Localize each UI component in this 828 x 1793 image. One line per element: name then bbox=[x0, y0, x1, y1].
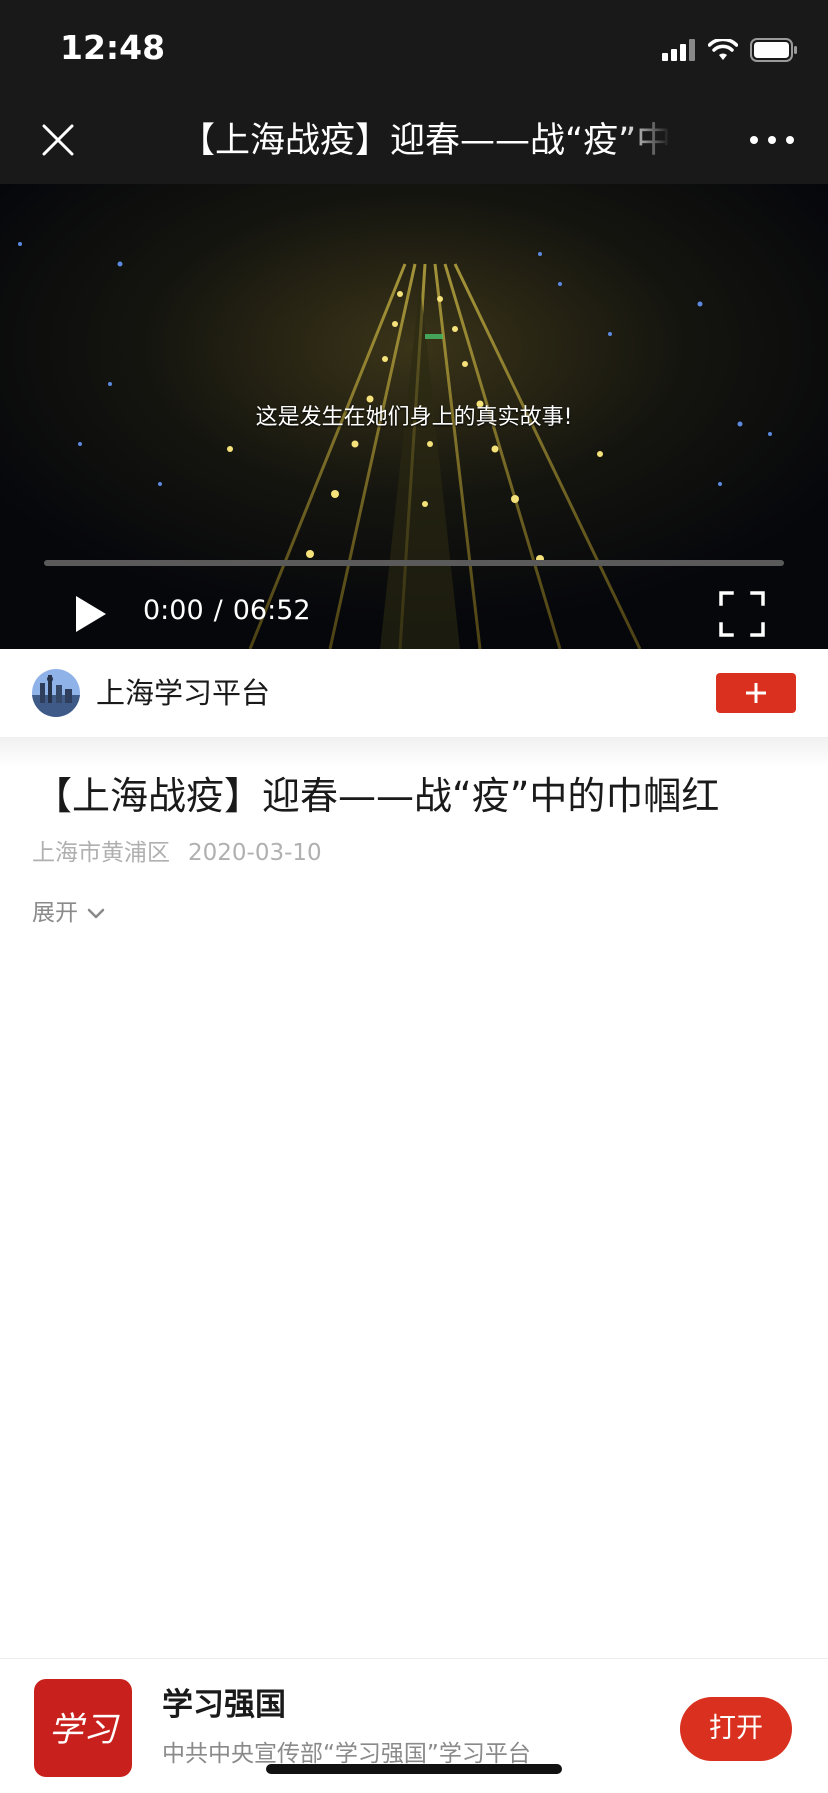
status-time: 12:48 bbox=[60, 28, 166, 67]
open-app-button[interactable]: 打开 bbox=[680, 1697, 792, 1761]
chevron-down-icon bbox=[87, 908, 105, 919]
nav-bar: 【上海战疫】迎春——战“疫”中的巾帼红 bbox=[0, 96, 828, 184]
video-subtitle: 这是发生在她们身上的真实故事! bbox=[255, 405, 573, 430]
play-icon[interactable] bbox=[68, 590, 116, 638]
duration: 06:52 bbox=[232, 595, 311, 626]
follow-button[interactable] bbox=[716, 673, 796, 713]
wifi-icon bbox=[708, 39, 738, 60]
home-indicator bbox=[266, 1764, 562, 1774]
status-bar: 12:48 bbox=[0, 0, 828, 96]
app-name: 学习强国 bbox=[162, 1687, 286, 1723]
status-icons bbox=[662, 38, 798, 62]
plus-icon bbox=[746, 683, 766, 703]
fullscreen-icon[interactable] bbox=[718, 590, 766, 638]
video-player[interactable]: 这是发生在她们身上的真实故事! 0:00 / 06:52 bbox=[0, 184, 828, 649]
channel-row: 上海学习平台 bbox=[0, 649, 828, 737]
expand-label: 展开 bbox=[32, 900, 78, 926]
expand-button[interactable]: 展开 bbox=[32, 896, 106, 930]
article-title: 【上海战疫】迎春——战“疫”中的巾帼红 bbox=[34, 774, 720, 818]
time-separator: / bbox=[213, 595, 223, 626]
avatar[interactable] bbox=[32, 669, 80, 717]
battery-icon bbox=[750, 38, 797, 62]
channel-name[interactable]: 上海学习平台 bbox=[96, 667, 270, 719]
svg-text:学习: 学习 bbox=[49, 1710, 120, 1750]
divider bbox=[0, 737, 828, 767]
article-date: 2020-03-10 bbox=[188, 840, 322, 866]
app-logo: 学习 bbox=[34, 1679, 132, 1777]
article-meta: 上海市黄浦区 2020-03-10 bbox=[32, 836, 322, 870]
current-time: 0:00 bbox=[143, 595, 204, 626]
video-time: 0:00 / 06:52 bbox=[143, 587, 311, 635]
article-location: 上海市黄浦区 bbox=[32, 840, 170, 866]
video-progress-bar[interactable] bbox=[44, 560, 784, 566]
signal-icon bbox=[662, 39, 695, 61]
close-icon[interactable] bbox=[36, 118, 80, 162]
more-icon[interactable] bbox=[750, 132, 794, 148]
nav-title: 【上海战疫】迎春——战“疫”中的巾帼红 bbox=[180, 121, 670, 161]
